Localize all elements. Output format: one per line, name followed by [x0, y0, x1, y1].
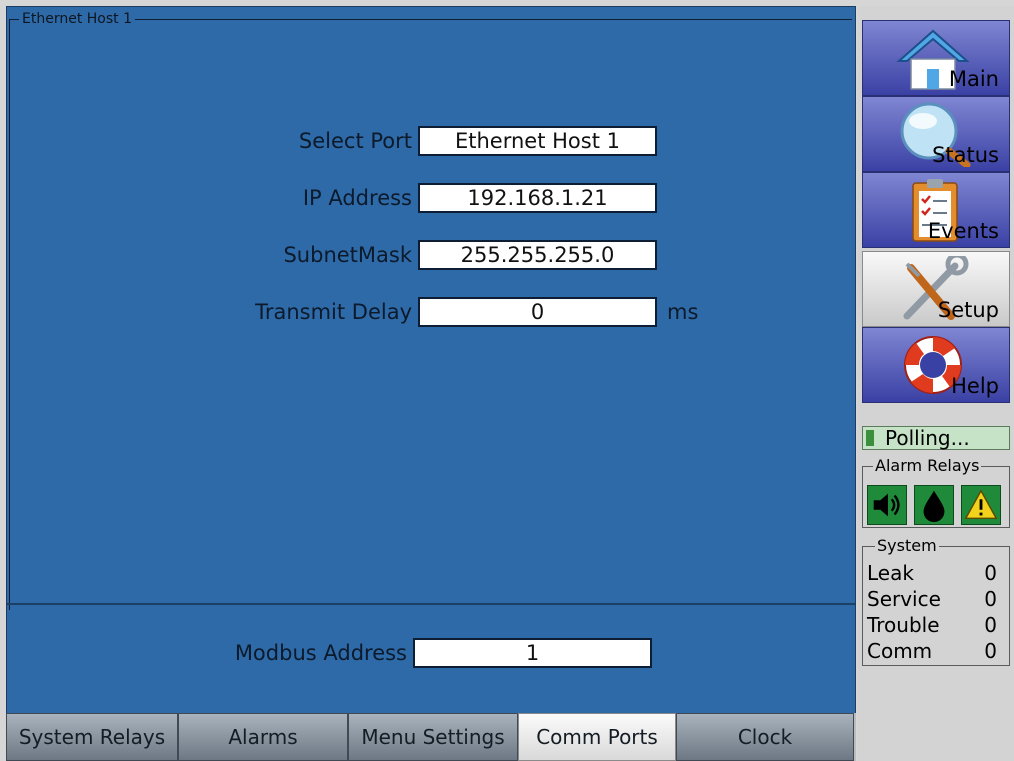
group-title: Ethernet Host 1	[19, 11, 135, 27]
tab-alarms[interactable]: Alarms	[178, 713, 348, 761]
subnet-mask-field[interactable]: 255.255.255.0	[418, 240, 657, 270]
ip-address-field[interactable]: 192.168.1.21	[418, 183, 657, 213]
system-row-comm: Comm 0	[867, 639, 1003, 663]
comm-label: Comm	[867, 639, 933, 663]
speaker-icon	[867, 485, 907, 525]
trouble-label: Trouble	[867, 613, 940, 637]
comm-value: 0	[984, 639, 997, 663]
polling-status: Polling...	[862, 426, 1010, 450]
nav-events-label: Events	[927, 219, 999, 243]
drop-icon	[914, 485, 954, 525]
modbus-address-field[interactable]: 1	[413, 638, 652, 668]
alarm-relays-group: Alarm Relays	[862, 457, 1010, 528]
tab-menu-settings[interactable]: Menu Settings	[348, 713, 518, 761]
nav-setup-label: Setup	[937, 298, 999, 322]
system-group: System Leak 0 Service 0 Trouble 0 Comm 0	[862, 537, 1010, 666]
service-label: Service	[867, 587, 941, 611]
ip-address-label: IP Address	[302, 186, 412, 210]
system-row-service: Service 0	[867, 587, 1003, 611]
system-title: System	[875, 536, 939, 555]
nav-status-button[interactable]: Status	[862, 96, 1010, 172]
alarm-relays-title: Alarm Relays	[873, 456, 982, 475]
nav-events-button[interactable]: Events	[862, 172, 1010, 248]
sidebar: Main Status Events Setup Help Polling...…	[858, 6, 1014, 761]
tab-system-relays[interactable]: System Relays	[6, 713, 178, 761]
screen: Ethernet Host 1 Select Port Ethernet Hos…	[0, 0, 1014, 761]
trouble-value: 0	[984, 613, 997, 637]
system-row-leak: Leak 0	[867, 561, 1003, 585]
select-port-label: Select Port	[298, 129, 412, 153]
nav-main-label: Main	[948, 67, 999, 91]
transmit-delay-unit: ms	[667, 300, 699, 324]
service-value: 0	[984, 587, 997, 611]
system-row-trouble: Trouble 0	[867, 613, 1003, 637]
nav-main-button[interactable]: Main	[862, 20, 1010, 96]
transmit-delay-field[interactable]: 0	[418, 297, 657, 327]
tab-clock[interactable]: Clock	[676, 713, 854, 761]
subnet-mask-label: SubnetMask	[283, 243, 412, 267]
section-divider	[7, 603, 855, 605]
nav-help-label: Help	[951, 374, 999, 398]
comm-ports-panel: Ethernet Host 1 Select Port Ethernet Hos…	[6, 6, 856, 714]
leak-value: 0	[984, 561, 997, 585]
select-port-field[interactable]: Ethernet Host 1	[418, 126, 657, 156]
warning-icon	[961, 485, 1001, 525]
modbus-address-label: Modbus Address	[234, 641, 407, 665]
tab-comm-ports[interactable]: Comm Ports	[518, 713, 676, 761]
polling-text: Polling...	[885, 426, 970, 450]
nav-status-label: Status	[932, 143, 999, 167]
tab-bar: System Relays Alarms Menu Settings Comm …	[6, 713, 856, 761]
leak-label: Leak	[867, 561, 914, 585]
nav-setup-button[interactable]: Setup	[862, 251, 1010, 327]
polling-progress-bar	[866, 430, 874, 446]
transmit-delay-label: Transmit Delay	[255, 300, 412, 324]
nav-help-button[interactable]: Help	[862, 327, 1010, 403]
